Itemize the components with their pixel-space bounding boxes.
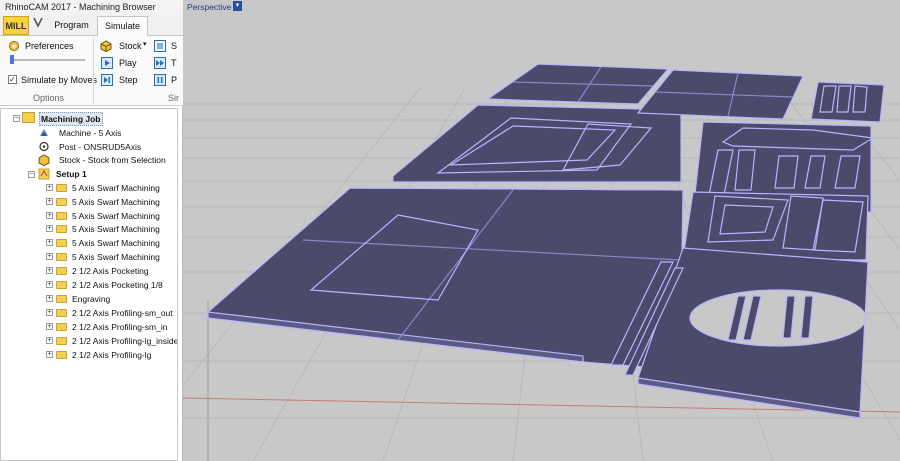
expand-toggle[interactable]: +: [46, 323, 53, 330]
fast-forward-icon: [154, 57, 166, 69]
list-icon: [154, 40, 166, 52]
tab-simulate[interactable]: Simulate: [97, 16, 148, 37]
tab-mill[interactable]: MILL: [3, 16, 29, 35]
machining-job-icon: [22, 112, 35, 123]
col3-button-b[interactable]: T: [171, 57, 177, 69]
machining-tree: − Machining Job Machine - 5 Axis Post - …: [0, 108, 178, 461]
viewport-label[interactable]: Perspective: [187, 2, 231, 12]
expand-toggle[interactable]: +: [46, 337, 53, 344]
expand-toggle[interactable]: +: [46, 184, 53, 191]
tab-strip: MILL Program Simulate: [0, 15, 183, 37]
tree-item-operation[interactable]: 2 1/2 Axis Profiling-lg_inside: [72, 335, 177, 347]
machining-browser-panel: RhinoCAM 2017 - Machining Browser MILL P…: [0, 0, 183, 461]
group-divider: [93, 38, 94, 104]
v-logo-icon[interactable]: [31, 16, 45, 35]
expand-toggle[interactable]: +: [46, 253, 53, 260]
folder-icon: [56, 212, 67, 220]
tree-item-operation[interactable]: 2 1/2 Axis Pocketing: [72, 265, 149, 277]
expand-toggle[interactable]: +: [46, 198, 53, 205]
folder-icon: [56, 309, 67, 317]
tree-item-setup[interactable]: Setup 1: [56, 168, 87, 180]
collapse-toggle[interactable]: −: [28, 171, 35, 178]
folder-icon: [56, 295, 67, 303]
ribbon: Preferences ✓ Simulate by Moves Options …: [0, 36, 183, 106]
expand-toggle[interactable]: +: [46, 239, 53, 246]
simulation-group-label: Sir: [168, 93, 179, 103]
expand-toggle[interactable]: +: [46, 295, 53, 302]
perspective-viewport[interactable]: [183, 0, 900, 461]
tree-item-machine[interactable]: Machine - 5 Axis: [59, 127, 121, 139]
tree-item-operation[interactable]: 2 1/2 Axis Pocketing 1/8: [72, 279, 163, 291]
simulate-by-moves-label: Simulate by Moves: [21, 75, 98, 85]
stock-tree-icon: [38, 154, 50, 167]
simulate-by-moves-checkbox[interactable]: ✓: [8, 75, 17, 84]
play-button[interactable]: Play: [119, 57, 137, 69]
expand-toggle[interactable]: +: [46, 225, 53, 232]
folder-icon: [56, 184, 67, 192]
tree-item-operation[interactable]: 5 Axis Swarf Machining: [72, 251, 160, 263]
pause-icon: [154, 74, 166, 86]
post-processor-icon: [38, 141, 50, 152]
folder-icon: [56, 267, 67, 275]
sim-speed-slider[interactable]: [10, 59, 85, 61]
expand-toggle[interactable]: +: [46, 309, 53, 316]
collapse-toggle[interactable]: −: [13, 115, 20, 122]
setup-icon: [38, 168, 50, 180]
tree-item-operation[interactable]: 5 Axis Swarf Machining: [72, 196, 160, 208]
tree-item-post[interactable]: Post - ONSRUD5Axis: [59, 141, 141, 153]
tree-item-operation[interactable]: 5 Axis Swarf Machining: [72, 182, 160, 194]
options-group-label: Options: [33, 93, 65, 103]
tab-program[interactable]: Program: [48, 16, 95, 35]
tree-item-operation[interactable]: Engraving: [72, 293, 110, 305]
viewport-dropdown-icon[interactable]: ▾: [233, 1, 242, 11]
expand-toggle[interactable]: +: [46, 212, 53, 219]
folder-icon: [56, 281, 67, 289]
tree-item-operation[interactable]: 5 Axis Swarf Machining: [72, 210, 160, 222]
stock-button[interactable]: Stock: [119, 40, 142, 52]
browser-title: RhinoCAM 2017 - Machining Browser: [0, 0, 183, 15]
tree-item-machining-job[interactable]: Machining Job: [39, 112, 103, 126]
tree-item-operation[interactable]: 2 1/2 Axis Profiling-sm_out: [72, 307, 173, 319]
step-icon: [101, 74, 113, 86]
step-button[interactable]: Step: [119, 74, 138, 86]
machine-icon: [38, 127, 50, 138]
tree-item-stock[interactable]: Stock - Stock from Selection: [59, 154, 166, 166]
folder-icon: [56, 225, 67, 233]
preferences-button[interactable]: Preferences: [25, 40, 74, 52]
folder-icon: [56, 337, 67, 345]
stock-dropdown-icon[interactable]: ▾: [143, 39, 147, 51]
folder-icon: [56, 198, 67, 206]
folder-icon: [56, 253, 67, 261]
stock-icon: [100, 40, 112, 53]
folder-icon: [56, 323, 67, 331]
col3-button-a[interactable]: S: [171, 40, 177, 52]
folder-icon: [56, 239, 67, 247]
preferences-icon: [8, 40, 20, 52]
tree-item-operation[interactable]: 2 1/2 Axis Profiling-lg: [72, 349, 151, 361]
viewport-scene: [183, 63, 900, 461]
stock-sheets: [207, 63, 885, 419]
tree-item-operation[interactable]: 5 Axis Swarf Machining: [72, 223, 160, 235]
col3-button-c[interactable]: P: [171, 74, 177, 86]
expand-toggle[interactable]: +: [46, 281, 53, 288]
expand-toggle[interactable]: +: [46, 351, 53, 358]
tree-item-operation[interactable]: 2 1/2 Axis Profiling-sm_in: [72, 321, 167, 333]
folder-icon: [56, 351, 67, 359]
expand-toggle[interactable]: +: [46, 267, 53, 274]
play-icon: [101, 57, 113, 69]
slider-thumb[interactable]: [10, 55, 14, 64]
tree-item-operation[interactable]: 5 Axis Swarf Machining: [72, 237, 160, 249]
